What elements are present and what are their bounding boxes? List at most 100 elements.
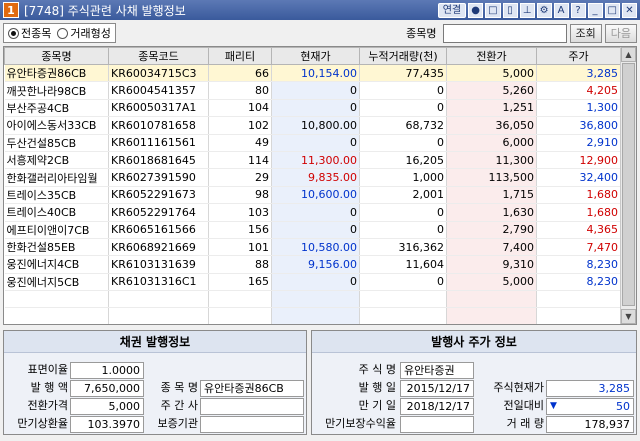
change-label: 전일대비 [503,399,544,412]
row-code-cell: KR6068921669 [108,238,209,257]
title-tools: 연결 ● □ ▯ ⊥ ⚙ A ? _ □ ✕ [437,2,637,18]
row-conversion-cell: 113,500 [446,168,537,187]
row-conversion-cell: 5,000 [446,273,537,292]
row-name-cell: 두산건설85CB [4,134,109,152]
window-icon[interactable]: □ [485,2,501,18]
header-price[interactable]: 현재가 [271,47,360,65]
bond-list-grid: 종목명 종목코드 패리티 현재가 누적거래량(천) 전환가 주가 유안타증권86… [3,46,637,325]
manager-label: 주 간 사 [160,399,198,412]
row-volume-cell: 1,000 [359,168,447,187]
row-volume-cell: 11,604 [359,255,447,274]
row-parity-cell: 114 [208,151,272,170]
row-conversion-cell: 5,000 [446,64,537,83]
row-price-cell: 0 [271,221,360,239]
empty-cell [359,307,447,324]
row-name-cell: 트레이스35CB [4,186,109,205]
row-stock-cell: 7,470 [536,238,621,257]
empty-cell [536,290,621,309]
table-row[interactable]: 에프티이앤이7CB KR6065161566 156 0 0 2,790 4,365 [4,221,621,239]
row-volume-cell: 0 [359,81,447,100]
scroll-thumb[interactable] [622,63,635,306]
radio-traded-option[interactable]: 거래형성 [57,25,111,41]
row-conversion-cell: 11,300 [446,151,537,170]
empty-cell [108,307,209,324]
help-icon[interactable]: ? [570,2,586,18]
search-toolbar: 전종목 거래형성 종목명 조회 다음 [3,22,637,44]
bond-table: 종목명 종목코드 패리티 현재가 누적거래량(천) 전환가 주가 유안타증권86… [4,47,621,324]
next-button[interactable]: 다음 [604,23,637,43]
table-row[interactable]: 서흥제약2CB KR6018681645 114 11,300.00 16,205 11,… [4,151,621,170]
row-conversion-cell: 6,000 [446,134,537,152]
minimize-icon[interactable]: _ [587,2,603,18]
row-parity-cell: 102 [208,116,272,135]
row-parity-cell: 104 [208,99,272,118]
table-row[interactable]: 유안타증권86CB KR60034715C3 66 10,154.00 77,435 5,… [4,64,621,83]
lock-icon[interactable]: ● [468,2,484,18]
coupon-value: 1.0000 [70,362,144,379]
row-stock-cell: 1,680 [536,186,621,205]
table-row[interactable]: 웅진에너지5CB KR61031316C1 165 0 0 5,000 8,230 [4,273,621,292]
empty-row [4,307,621,324]
table-row[interactable]: 트레이스35CB KR6052291673 98 10,600.00 2,001 1,71… [4,186,621,205]
row-price-cell: 9,835.00 [271,168,360,187]
table-row[interactable]: 아이에스동서33CB KR6010781658 102 10,800.00 68,732… [4,116,621,135]
ytm-label: 만기보장수익율 [325,417,396,430]
row-stock-cell: 1,680 [536,203,621,222]
volume-label: 거 래 량 [506,417,544,430]
change-box: ▼ 50 [546,398,634,415]
table-row[interactable]: 트레이스40CB KR6052291764 103 0 0 1,630 1,680 [4,203,621,222]
empty-cell [536,307,621,324]
table-row[interactable]: 한화건설85EB KR6068921669 101 10,580.00 316,362 7… [4,238,621,257]
scroll-up-icon[interactable]: ▲ [621,47,636,62]
table-row[interactable]: 두산건설85CB KR6011161561 49 0 0 6,000 2,910 [4,134,621,152]
header-conversion-price[interactable]: 전환가 [446,47,537,65]
row-volume-cell: 2,001 [359,186,447,205]
row-price-cell: 10,580.00 [271,238,360,257]
table-row[interactable]: 깨끗한나라98CB KR6004541357 80 0 0 5,260 4,205 [4,81,621,100]
radio-all-dot[interactable] [8,27,19,39]
row-volume-cell: 0 [359,134,447,152]
row-conversion-cell: 9,310 [446,255,537,274]
vertical-scrollbar[interactable]: ▲ ▼ [620,47,636,324]
row-parity-cell: 88 [208,255,272,274]
pin-icon[interactable]: ⊥ [519,2,535,18]
radio-traded-dot[interactable] [57,27,69,39]
header-stock-price[interactable]: 주가 [536,47,621,65]
scroll-down-icon[interactable]: ▼ [621,309,636,324]
row-conversion-cell: 1,630 [446,203,537,222]
stock-name-input[interactable] [442,23,567,43]
header-name[interactable]: 종목명 [4,47,109,65]
font-icon[interactable]: A [553,2,569,18]
header-code[interactable]: 종목코드 [108,47,209,65]
row-code-cell: KR6018681645 [108,151,209,170]
radio-all-option[interactable]: 전종목 [8,25,51,41]
amount-value: 7,650,000 [70,380,144,397]
row-price-cell: 0 [271,81,360,100]
maximize-icon[interactable]: □ [604,2,620,18]
table-row[interactable]: 부산주공4CB KR60050317A1 104 0 0 1,251 1,300 [4,99,621,118]
close-icon[interactable]: ✕ [622,2,637,18]
row-volume-cell: 68,732 [359,116,447,135]
row-code-cell: KR6052291764 [108,203,209,222]
row-name-cell: 웅진에너지5CB [4,273,109,292]
row-code-cell: KR6065161566 [108,221,209,239]
radio-traded-label: 거래형성 [70,27,111,40]
table-row[interactable]: 한화갤러리아타임월 KR6027391590 29 9,835.00 1,000 113,… [4,168,621,187]
row-parity-cell: 80 [208,81,272,100]
row-stock-cell: 4,205 [536,81,621,100]
empty-cell [108,290,209,309]
down-triangle-icon: ▼ [550,401,557,411]
settings-icon[interactable]: ⚙ [536,2,552,18]
row-code-cell: KR6010781658 [108,116,209,135]
print-icon[interactable]: ▯ [502,2,518,18]
table-row[interactable]: 웅진에너지4CB KR6103131639 88 9,156.00 11,604 9,31… [4,255,621,274]
radio-all-label: 전종목 [21,27,52,40]
row-price-cell: 0 [271,99,360,118]
search-button[interactable]: 조회 [569,23,602,43]
row-code-cell: KR6004541357 [108,81,209,100]
header-volume[interactable]: 누적거래량(천) [359,47,447,65]
maturity-value: 2018/12/17 [400,398,474,415]
row-volume-cell: 0 [359,273,447,292]
header-parity[interactable]: 패리티 [208,47,272,65]
link-button[interactable]: 연결 [437,2,467,18]
